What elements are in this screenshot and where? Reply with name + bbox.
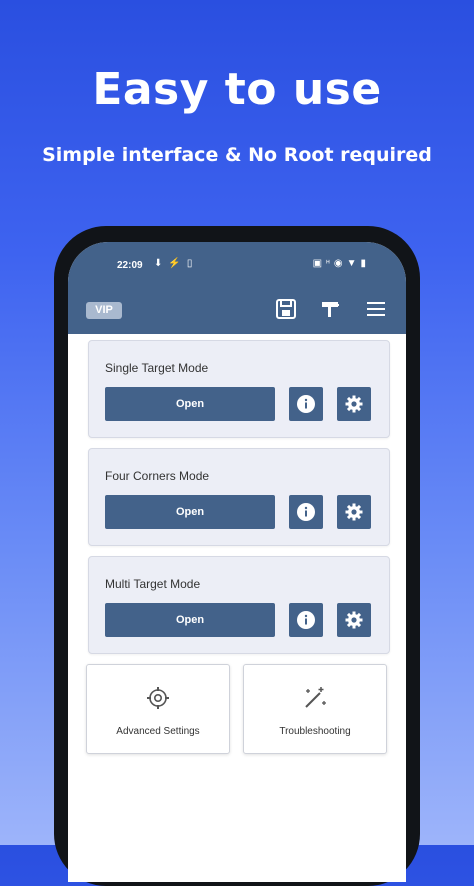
save-icon[interactable] xyxy=(274,297,298,321)
promo-headline: Easy to use xyxy=(92,64,382,115)
gear-icon xyxy=(345,611,363,629)
promo-subheadline: Simple interface & No Root required xyxy=(42,144,432,166)
status-bar: 22:09 ⬇⚡▯ ▣ᵸ◉▼▮ xyxy=(68,242,406,284)
battery-icon: ▮ xyxy=(360,258,370,269)
gear-icon xyxy=(345,395,363,413)
mode-title: Single Target Mode xyxy=(105,361,209,375)
info-icon xyxy=(297,503,315,521)
settings-button[interactable] xyxy=(337,495,371,529)
info-button[interactable] xyxy=(289,603,323,637)
tile-label: Troubleshooting xyxy=(279,726,351,737)
mode-title: Multi Target Mode xyxy=(105,577,201,591)
wand-icon xyxy=(305,687,326,708)
network-icon: ᵸ xyxy=(326,258,334,269)
open-button[interactable]: Open xyxy=(105,387,275,421)
info-button[interactable] xyxy=(289,387,323,421)
status-time: 22:09 xyxy=(117,260,143,271)
tile-label: Advanced Settings xyxy=(116,726,200,737)
phone-frame: 22:09 ⬇⚡▯ ▣ᵸ◉▼▮ VIP Single Target Mode O… xyxy=(54,226,420,886)
info-button[interactable] xyxy=(289,495,323,529)
open-button[interactable]: Open xyxy=(105,495,275,529)
vip-badge[interactable]: VIP xyxy=(86,302,122,319)
eye-icon: ◉ xyxy=(333,258,347,269)
mode-card-four-corners: Four Corners Mode Open xyxy=(88,448,390,546)
status-left-icons: ⬇⚡▯ xyxy=(154,258,198,269)
download-icon: ⬇ xyxy=(154,258,169,269)
open-button[interactable]: Open xyxy=(105,603,275,637)
signal-icon: ⚡ xyxy=(168,258,187,269)
tool-tiles: Advanced Settings Troubleshooting xyxy=(86,664,394,756)
advanced-settings-tile[interactable]: Advanced Settings xyxy=(86,664,230,754)
menu-icon[interactable] xyxy=(364,297,388,321)
app-bar: VIP xyxy=(68,284,406,334)
sim-icon: ▣ xyxy=(312,258,327,269)
main-content: Single Target Mode Open Four Corners Mod… xyxy=(68,334,406,756)
brush-icon[interactable] xyxy=(318,297,342,321)
wifi-icon: ▼ xyxy=(346,258,361,269)
battery-saver-icon: ▯ xyxy=(186,258,199,269)
settings-button[interactable] xyxy=(337,387,371,421)
gear-outline-icon xyxy=(147,687,169,709)
status-right-icons: ▣ᵸ◉▼▮ xyxy=(313,258,370,269)
mode-card-multi-target: Multi Target Mode Open xyxy=(88,556,390,654)
info-icon xyxy=(297,611,315,629)
mode-title: Four Corners Mode xyxy=(105,469,210,483)
gear-icon xyxy=(345,503,363,521)
phone-screen: 22:09 ⬇⚡▯ ▣ᵸ◉▼▮ VIP Single Target Mode O… xyxy=(68,242,406,882)
settings-button[interactable] xyxy=(337,603,371,637)
info-icon xyxy=(297,395,315,413)
mode-card-single-target: Single Target Mode Open xyxy=(88,340,390,438)
troubleshooting-tile[interactable]: Troubleshooting xyxy=(243,664,387,754)
